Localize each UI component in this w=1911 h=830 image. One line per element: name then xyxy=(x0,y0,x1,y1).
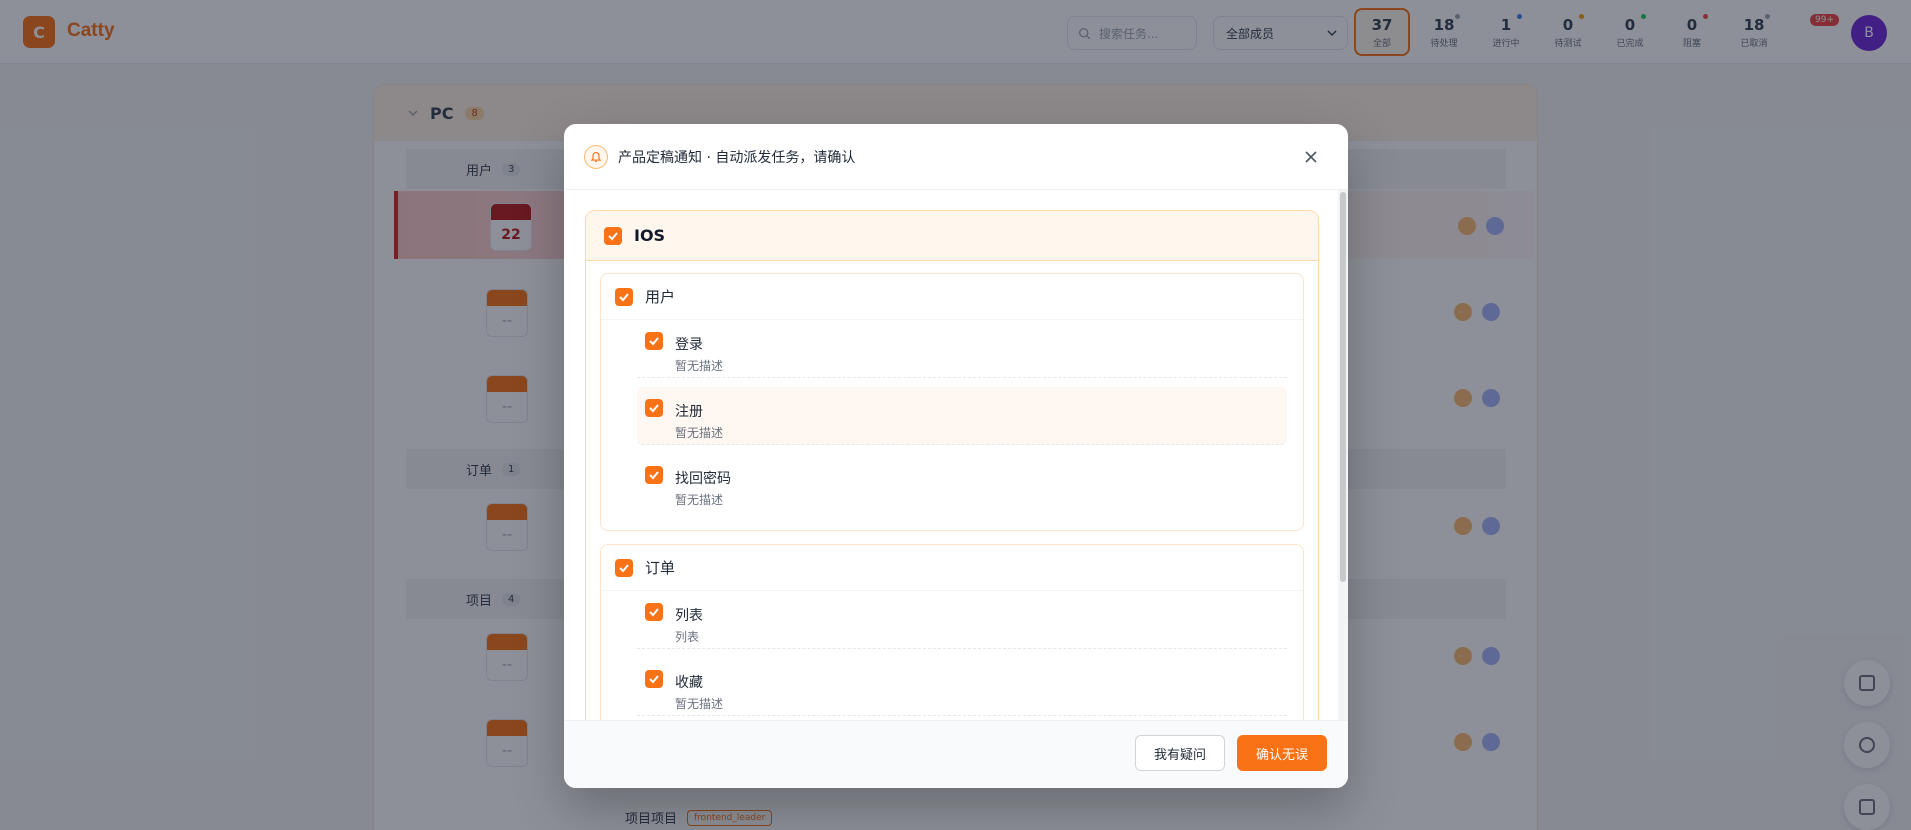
checkbox-checked-icon[interactable] xyxy=(615,287,633,306)
checkbox-checked-icon[interactable] xyxy=(645,603,663,621)
feature-name: 列表 xyxy=(675,608,703,624)
checkbox-checked-icon[interactable] xyxy=(645,399,663,417)
checkbox-checked-icon[interactable] xyxy=(604,226,622,245)
module-card: 订单 列表 列表 收藏 暂无描述 xyxy=(600,544,1304,720)
bell-icon xyxy=(584,144,608,169)
feature-desc: 列表 xyxy=(675,630,700,644)
feature-name: 注册 xyxy=(675,404,703,420)
feature-item[interactable]: 列表 列表 xyxy=(637,591,1287,649)
feature-desc: 暂无描述 xyxy=(675,426,724,440)
feature-desc: 暂无描述 xyxy=(675,493,724,507)
module-name: 订单 xyxy=(645,559,676,577)
feature-name: 收藏 xyxy=(675,675,703,691)
confirm-button[interactable]: 确认无误 xyxy=(1237,735,1327,771)
scrollbar-thumb[interactable] xyxy=(1340,192,1346,582)
feature-desc: 暂无描述 xyxy=(675,359,724,373)
feature-item[interactable]: 找回密码 暂无描述 xyxy=(637,454,1287,512)
checkbox-checked-icon[interactable] xyxy=(645,466,663,484)
platform-header: IOS xyxy=(586,211,1318,261)
module-name: 用户 xyxy=(645,288,676,306)
platform-card: IOS 用户 登录 暂无描述 注册 暂无描述 找回密码 暂无描述 订单 列表 列… xyxy=(585,210,1319,720)
scrollbar[interactable] xyxy=(1338,190,1348,720)
close-icon[interactable] xyxy=(1300,146,1322,168)
checkbox-checked-icon[interactable] xyxy=(615,558,633,577)
feature-name: 登录 xyxy=(675,337,703,353)
module-header: 订单 xyxy=(601,545,1303,591)
module-header: 用户 xyxy=(601,274,1303,320)
module-card: 用户 登录 暂无描述 注册 暂无描述 找回密码 暂无描述 xyxy=(600,273,1304,531)
feature-item[interactable]: 收藏 暂无描述 xyxy=(637,658,1287,716)
feature-item[interactable]: 登录 暂无描述 xyxy=(637,320,1287,378)
confirm-dispatch-modal: 产品定稿通知 · 自动派发任务，请确认 IOS 用户 登录 暂无描述 注册 暂无… xyxy=(564,124,1348,788)
feature-desc: 暂无描述 xyxy=(675,697,724,711)
question-button[interactable]: 我有疑问 xyxy=(1135,735,1225,771)
feature-item[interactable]: 注册 暂无描述 xyxy=(637,387,1287,445)
modal-footer: 我有疑问 确认无误 xyxy=(564,720,1348,788)
modal-header: 产品定稿通知 · 自动派发任务，请确认 xyxy=(564,124,1348,190)
checkbox-checked-icon[interactable] xyxy=(645,670,663,688)
feature-name: 找回密码 xyxy=(675,471,731,487)
platform-name: IOS xyxy=(634,226,666,245)
checkbox-checked-icon[interactable] xyxy=(645,332,663,350)
modal-title: 产品定稿通知 · 自动派发任务，请确认 xyxy=(618,149,856,166)
modal-body[interactable]: IOS 用户 登录 暂无描述 注册 暂无描述 找回密码 暂无描述 订单 列表 列… xyxy=(564,190,1348,720)
